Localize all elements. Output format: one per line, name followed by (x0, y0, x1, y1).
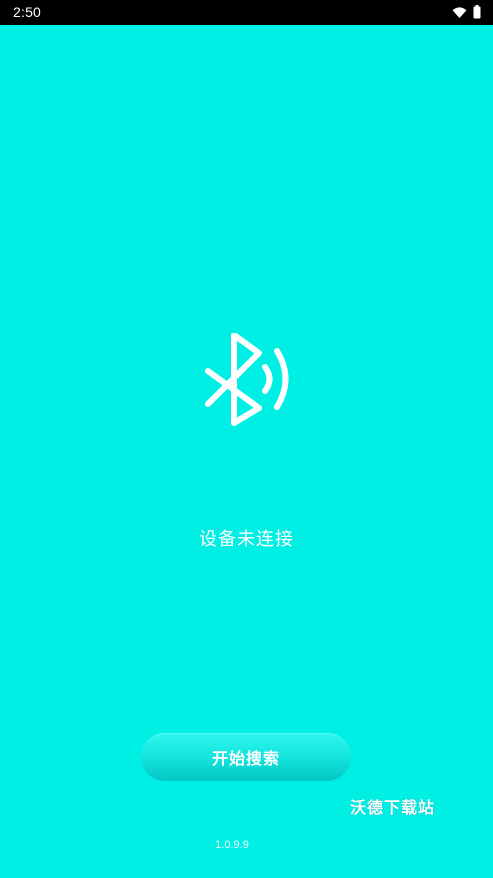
watermark-text: 沃德下载站 (350, 798, 436, 817)
bluetooth-icon (200, 332, 295, 431)
status-icons (452, 4, 481, 23)
start-search-button-label: 开始搜索 (211, 749, 280, 768)
connection-status-text: 设备未连接 (199, 529, 294, 550)
status-bar: 2:50 (0, 0, 493, 25)
status-time: 2:50 (13, 4, 42, 20)
main-screen: 设备未连接 开始搜索 沃德下载站 1.0.9.9 (0, 25, 493, 878)
wifi-icon (452, 4, 467, 23)
version-text: 1.0.9.9 (215, 839, 249, 851)
start-search-button[interactable]: 开始搜索 (141, 733, 351, 781)
battery-icon (473, 4, 481, 23)
